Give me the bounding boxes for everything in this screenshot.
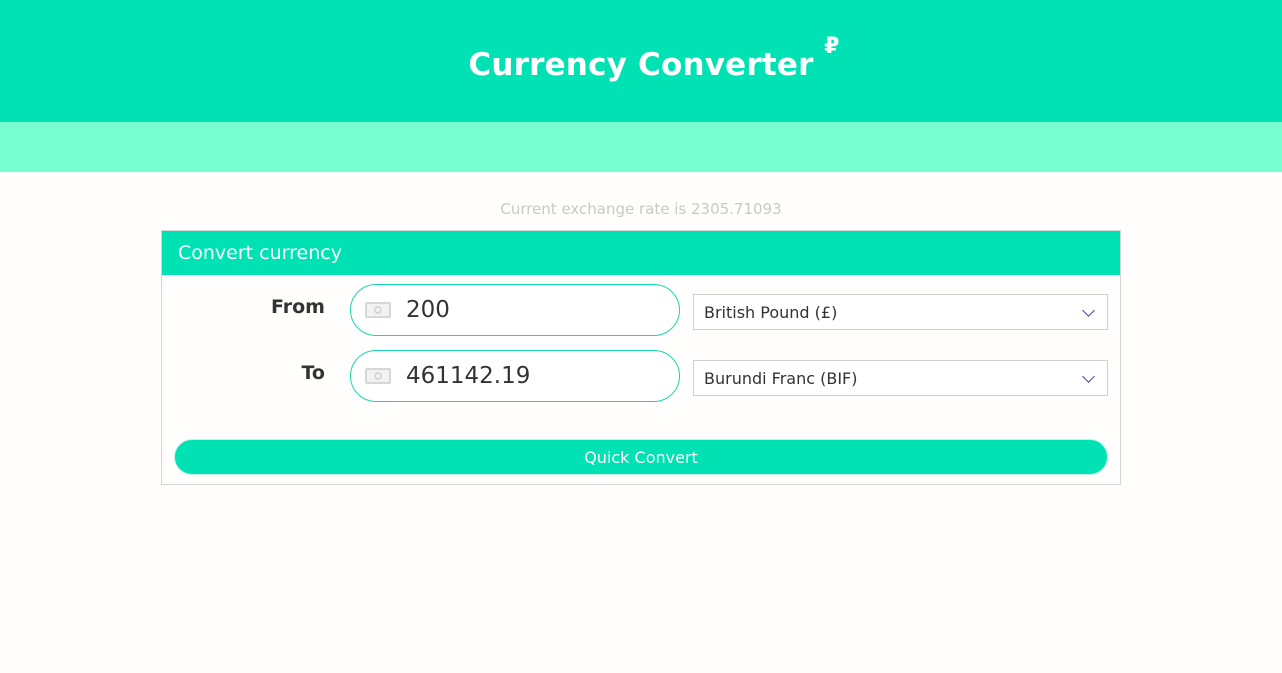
to-currency-select[interactable]: Burundi Franc (BIF) xyxy=(693,360,1108,396)
page-title-text: Currency Converter xyxy=(468,47,814,83)
to-amount-input[interactable] xyxy=(406,363,646,389)
to-label: To xyxy=(301,362,326,384)
exchange-rate-text: Current exchange rate is 2305.71093 xyxy=(500,200,782,218)
panel-heading: Convert currency xyxy=(162,231,1120,275)
to-amount-field[interactable] xyxy=(350,350,680,402)
header-band xyxy=(0,122,1282,172)
chevron-down-icon xyxy=(1082,303,1095,317)
page-title: Currency Converter ₽ xyxy=(468,34,839,83)
money-bill-icon xyxy=(365,368,391,384)
from-currency-select[interactable]: British Pound (£) xyxy=(693,294,1108,330)
app-header: Currency Converter ₽ xyxy=(0,0,1282,122)
quick-convert-button[interactable]: Quick Convert xyxy=(174,439,1108,475)
ruble-icon: ₽ xyxy=(824,34,840,59)
from-label: From xyxy=(271,296,325,318)
money-bill-icon xyxy=(365,302,391,318)
from-amount-field[interactable] xyxy=(350,284,680,336)
chevron-down-icon xyxy=(1082,369,1095,383)
convert-panel: Convert currency From British Pound (£) … xyxy=(161,230,1121,485)
from-amount-input[interactable] xyxy=(406,297,646,323)
from-currency-value: British Pound (£) xyxy=(704,302,838,322)
to-currency-value: Burundi Franc (BIF) xyxy=(704,368,858,388)
